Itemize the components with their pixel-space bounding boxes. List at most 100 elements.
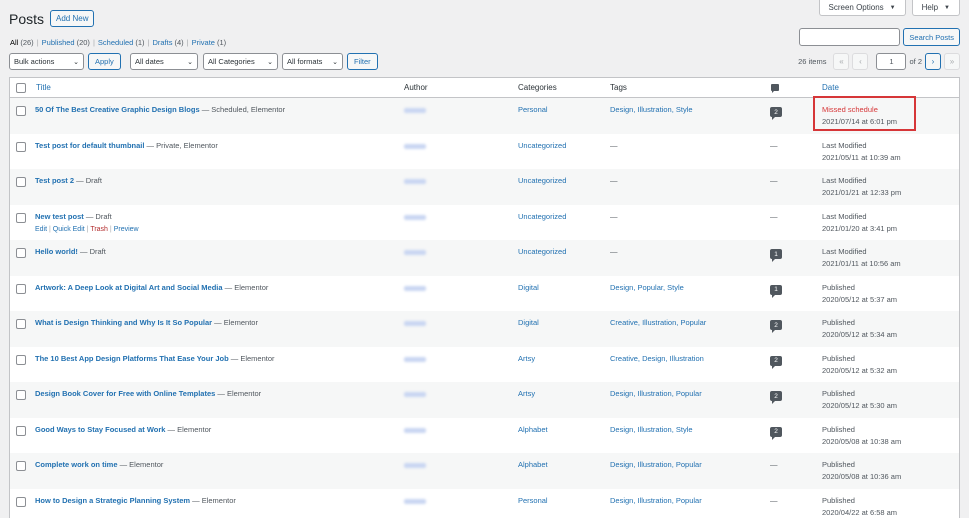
post-category[interactable]: Uncategorized bbox=[518, 212, 566, 221]
formats-select[interactable]: All formats ⌄ bbox=[282, 53, 343, 70]
post-date: Published 2020/05/12 at 5:34 am bbox=[822, 317, 897, 341]
comment-count[interactable]: 1 bbox=[770, 284, 782, 298]
post-tags[interactable]: Design, Popular, Style bbox=[610, 283, 684, 292]
filter-published[interactable]: Published (20) bbox=[42, 38, 90, 47]
column-date[interactable]: Date bbox=[822, 78, 839, 98]
column-title[interactable]: Title bbox=[36, 78, 51, 98]
screen-options-button[interactable]: Screen Options ▼ bbox=[818, 0, 906, 16]
bulk-actions-select[interactable]: Bulk actions ⌄ bbox=[9, 53, 84, 70]
post-title-cell: How to Design a Strategic Planning Syste… bbox=[35, 496, 236, 505]
post-title-link[interactable]: 50 Of The Best Creative Graphic Design B… bbox=[35, 105, 200, 114]
search-input[interactable] bbox=[799, 28, 901, 46]
next-page-button[interactable]: › bbox=[925, 53, 941, 70]
comment-count[interactable]: 2 bbox=[770, 320, 782, 333]
row-checkbox[interactable] bbox=[16, 461, 26, 471]
post-category[interactable]: Alphabet bbox=[518, 460, 548, 469]
row-checkbox[interactable] bbox=[16, 248, 26, 258]
row-checkbox[interactable] bbox=[16, 212, 26, 223]
filter-label: Drafts bbox=[152, 38, 173, 47]
post-category[interactable]: Uncategorized bbox=[518, 176, 566, 185]
date-value: 2020/05/08 at 10:38 am bbox=[822, 436, 902, 446]
post-tags[interactable]: Creative, Design, Illustration bbox=[610, 354, 704, 363]
filter-button[interactable]: Filter bbox=[347, 53, 378, 70]
search-posts-button[interactable]: Search Posts bbox=[903, 28, 960, 46]
post-category[interactable]: Personal bbox=[518, 105, 548, 114]
edit-link[interactable]: Edit bbox=[35, 226, 47, 233]
post-tags[interactable]: Design, Illustration, Popular bbox=[610, 460, 702, 469]
author-redacted bbox=[404, 498, 426, 504]
post-title-link[interactable]: Hello world! bbox=[35, 247, 78, 256]
post-category[interactable]: Personal bbox=[518, 496, 548, 505]
comments-icon[interactable] bbox=[771, 84, 779, 93]
post-tags[interactable]: Design, Illustration, Style bbox=[610, 425, 693, 434]
row-checkbox[interactable] bbox=[16, 425, 26, 436]
table-row: What is Design Thinking and Why Is It So… bbox=[10, 311, 959, 347]
current-page-input[interactable]: 1 bbox=[876, 53, 907, 70]
post-tags: — bbox=[610, 140, 618, 150]
post-title-link[interactable]: Complete work on time bbox=[35, 460, 118, 469]
row-checkbox[interactable] bbox=[16, 319, 26, 329]
quick-edit-link[interactable]: Quick Edit bbox=[53, 226, 85, 233]
help-button[interactable]: Help ▼ bbox=[911, 0, 960, 16]
post-category[interactable]: Digital bbox=[518, 283, 539, 292]
date-status: Published bbox=[822, 424, 855, 434]
row-checkbox[interactable] bbox=[16, 354, 26, 365]
post-category[interactable]: Artsy bbox=[518, 354, 535, 363]
column-tags: Tags bbox=[610, 83, 627, 92]
post-category[interactable]: Uncategorized bbox=[518, 247, 566, 256]
table-row: New test post — Draft Edit | Quick Edit … bbox=[10, 205, 959, 241]
post-title-cell: Artwork: A Deep Look at Digital Art and … bbox=[35, 283, 268, 292]
add-new-button[interactable]: Add New bbox=[50, 10, 95, 27]
filter-all[interactable]: All (26) bbox=[10, 38, 34, 47]
post-tags[interactable]: Creative, Illustration, Popular bbox=[610, 318, 706, 327]
filter-private[interactable]: Private (1) bbox=[192, 38, 227, 47]
post-category[interactable]: Alphabet bbox=[518, 425, 548, 434]
post-title-link[interactable]: How to Design a Strategic Planning Syste… bbox=[35, 496, 190, 505]
post-category[interactable]: Digital bbox=[518, 318, 539, 327]
select-all-checkbox[interactable] bbox=[16, 83, 26, 93]
post-tags[interactable]: Design, Illustration, Style bbox=[610, 105, 693, 114]
trash-link[interactable]: Trash bbox=[90, 226, 108, 233]
items-count: 26 items bbox=[798, 57, 827, 66]
post-category[interactable]: Artsy bbox=[518, 389, 535, 398]
row-checkbox[interactable] bbox=[16, 390, 26, 400]
post-tags[interactable]: Design, Illustration, Popular bbox=[610, 496, 702, 505]
dates-select[interactable]: All dates ⌄ bbox=[130, 53, 198, 70]
post-tags[interactable]: Design, Illustration, Popular bbox=[610, 389, 702, 398]
comment-count[interactable]: 2 bbox=[770, 355, 782, 369]
column-author: Author bbox=[404, 83, 428, 92]
categories-select[interactable]: All Categories ⌄ bbox=[203, 53, 278, 70]
post-title-cell: Hello world! — Draft bbox=[35, 247, 106, 256]
filter-count: (4) bbox=[174, 38, 184, 47]
row-checkbox[interactable] bbox=[16, 177, 26, 187]
filter-drafts[interactable]: Drafts (4) bbox=[152, 38, 183, 47]
post-date: Published 2020/05/12 at 5:30 am bbox=[822, 388, 897, 412]
post-category[interactable]: Uncategorized bbox=[518, 141, 566, 150]
comment-count[interactable]: 2 bbox=[770, 426, 782, 440]
post-title-link[interactable]: What is Design Thinking and Why Is It So… bbox=[35, 318, 212, 327]
apply-button[interactable]: Apply bbox=[88, 53, 121, 70]
row-checkbox[interactable] bbox=[16, 106, 26, 116]
post-title-link[interactable]: Test post 2 bbox=[35, 176, 74, 185]
last-page-button: » bbox=[944, 53, 960, 70]
post-title-link[interactable]: New test post bbox=[35, 212, 84, 221]
comment-bubble-icon: 2 bbox=[770, 391, 782, 404]
table-row: Test post for default thumbnail — Privat… bbox=[10, 134, 959, 170]
post-title-cell: 50 Of The Best Creative Graphic Design B… bbox=[35, 105, 285, 114]
preview-link[interactable]: Preview bbox=[114, 226, 139, 233]
post-title-link[interactable]: Test post for default thumbnail bbox=[35, 141, 144, 150]
comment-count[interactable]: 2 bbox=[770, 107, 782, 120]
post-title-cell: Design Book Cover for Free with Online T… bbox=[35, 389, 261, 398]
row-checkbox[interactable] bbox=[16, 283, 26, 294]
filter-scheduled[interactable]: Scheduled (1) bbox=[98, 38, 145, 47]
comment-count[interactable]: 2 bbox=[770, 391, 782, 404]
row-checkbox[interactable] bbox=[16, 496, 26, 507]
comment-count[interactable]: 1 bbox=[770, 249, 782, 262]
row-checkbox[interactable] bbox=[16, 141, 26, 152]
post-title-link[interactable]: Good Ways to Stay Focused at Work bbox=[35, 425, 165, 434]
post-title-link[interactable]: The 10 Best App Design Platforms That Ea… bbox=[35, 354, 229, 363]
post-title-link[interactable]: Design Book Cover for Free with Online T… bbox=[35, 389, 215, 398]
post-title-link[interactable]: Artwork: A Deep Look at Digital Art and … bbox=[35, 283, 223, 292]
table-header: Title Author Categories Tags Date bbox=[10, 78, 959, 98]
missed-schedule-highlight bbox=[813, 96, 916, 131]
